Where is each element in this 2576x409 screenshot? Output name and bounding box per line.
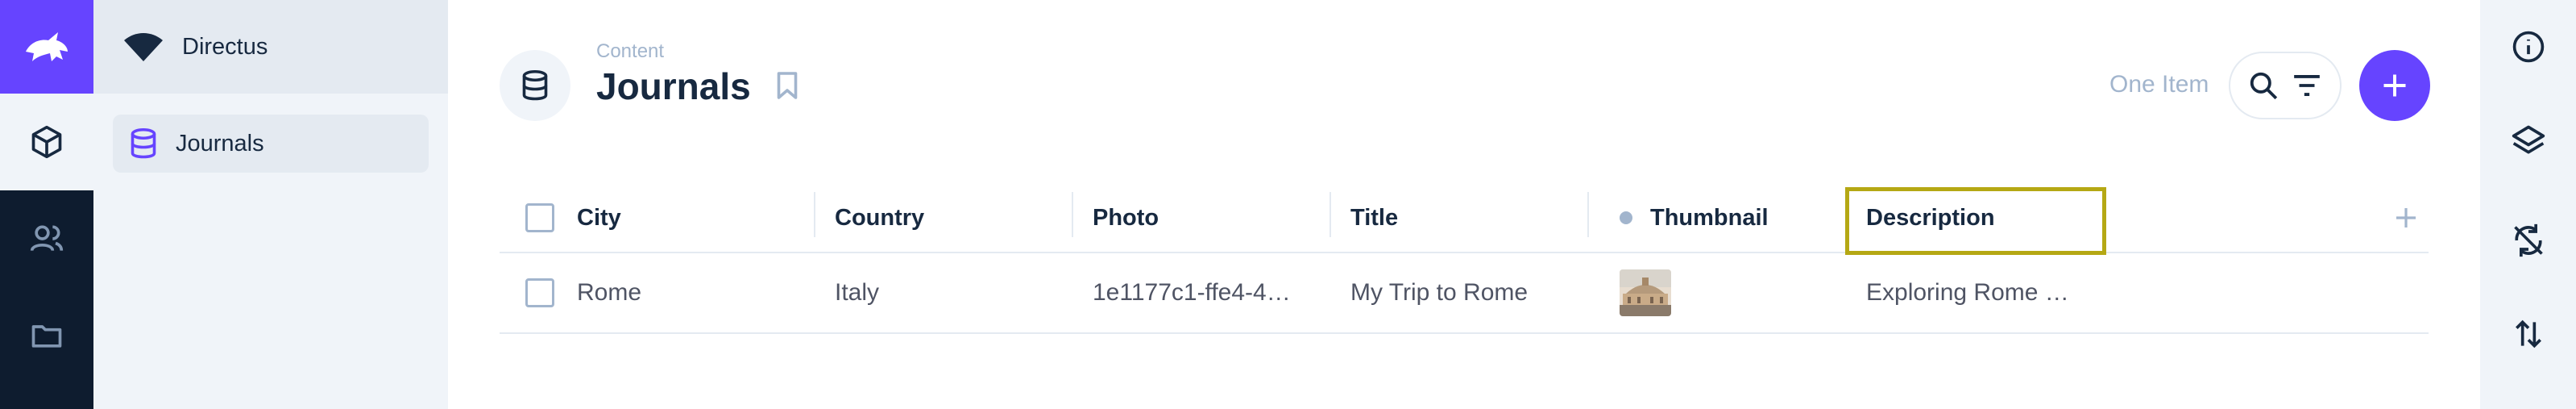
directus-rabbit-icon	[26, 32, 68, 61]
database-icon	[131, 127, 156, 159]
sidebar-info-button[interactable]	[2480, 0, 2576, 94]
box-icon	[31, 125, 62, 159]
project-name: Directus	[182, 33, 268, 60]
cell-title: My Trip to Rome	[1350, 279, 1529, 306]
dot-icon	[1620, 211, 1632, 224]
logo[interactable]	[0, 0, 93, 94]
column-header-photo[interactable]: Photo	[1093, 184, 1159, 252]
cell-description: Exploring Rome …	[1866, 279, 2069, 306]
layers-icon	[2512, 125, 2545, 154]
project-header[interactable]: Directus	[93, 0, 448, 94]
cell-city: Rome	[577, 279, 642, 306]
column-resize-handle[interactable]	[1072, 192, 1073, 237]
right-sidebar	[2480, 0, 2576, 409]
module-content[interactable]	[0, 94, 93, 190]
sidebar-sync-button[interactable]	[2480, 194, 2576, 287]
column-header-title[interactable]: Title	[1350, 184, 1398, 252]
table-header: City Country Photo Title Thumbnail Descr…	[500, 184, 2429, 253]
column-header-thumbnail[interactable]: Thumbnail	[1620, 184, 1769, 252]
item-count: One Item	[2109, 71, 2209, 98]
navigation-panel: Directus Journals	[93, 0, 448, 409]
column-resize-handle[interactable]	[814, 192, 815, 237]
wifi-icon	[124, 33, 163, 61]
bookmark-icon	[777, 72, 798, 99]
column-header-description[interactable]: Description	[1866, 184, 1995, 252]
search-filter-pill[interactable]	[2229, 52, 2342, 119]
folder-icon	[31, 325, 62, 348]
plus-icon	[2383, 74, 2406, 97]
cell-country: Italy	[835, 279, 880, 306]
add-field-button[interactable]	[2393, 184, 2419, 252]
nav-item-journals[interactable]: Journals	[113, 115, 429, 173]
database-icon	[522, 69, 548, 101]
row-select-checkbox[interactable]	[525, 253, 554, 332]
collection-icon	[500, 50, 570, 121]
column-resize-handle[interactable]	[1587, 192, 1589, 237]
column-resize-handle[interactable]	[1845, 192, 1847, 237]
items-table: City Country Photo Title Thumbnail Descr…	[500, 184, 2429, 334]
plus-icon	[2396, 208, 2416, 227]
cell-thumbnail	[1620, 253, 1671, 332]
info-icon	[2512, 31, 2544, 63]
table-row[interactable]: Rome Italy 1e1177c1-ffe4-4… My Trip to R…	[500, 253, 2429, 334]
module-users[interactable]	[0, 190, 93, 287]
users-icon	[30, 225, 64, 252]
column-header-label: Thumbnail	[1650, 204, 1769, 231]
search-icon[interactable]	[2248, 70, 2279, 101]
column-header-city[interactable]: City	[577, 184, 621, 252]
checkbox[interactable]	[525, 278, 554, 307]
filter-icon[interactable]	[2292, 70, 2322, 101]
sync-off-icon	[2513, 223, 2543, 257]
checkbox[interactable]	[525, 203, 554, 232]
module-files[interactable]	[0, 287, 93, 384]
sidebar-layout-button[interactable]	[2480, 94, 2576, 187]
thumbnail-image	[1620, 269, 1671, 316]
page-title: Journals	[596, 65, 751, 107]
column-resize-handle[interactable]	[1329, 192, 1331, 237]
select-all-checkbox[interactable]	[525, 184, 554, 252]
column-header-country[interactable]: Country	[835, 184, 924, 252]
cell-photo: 1e1177c1-ffe4-4…	[1093, 279, 1291, 306]
bookmark-button[interactable]	[775, 71, 799, 104]
nav-item-label: Journals	[176, 130, 264, 157]
breadcrumb[interactable]: Content	[596, 40, 664, 63]
sidebar-sort-button[interactable]	[2480, 287, 2576, 381]
module-bar	[0, 0, 93, 409]
add-item-button[interactable]	[2359, 50, 2430, 121]
sort-icon	[2515, 319, 2541, 348]
